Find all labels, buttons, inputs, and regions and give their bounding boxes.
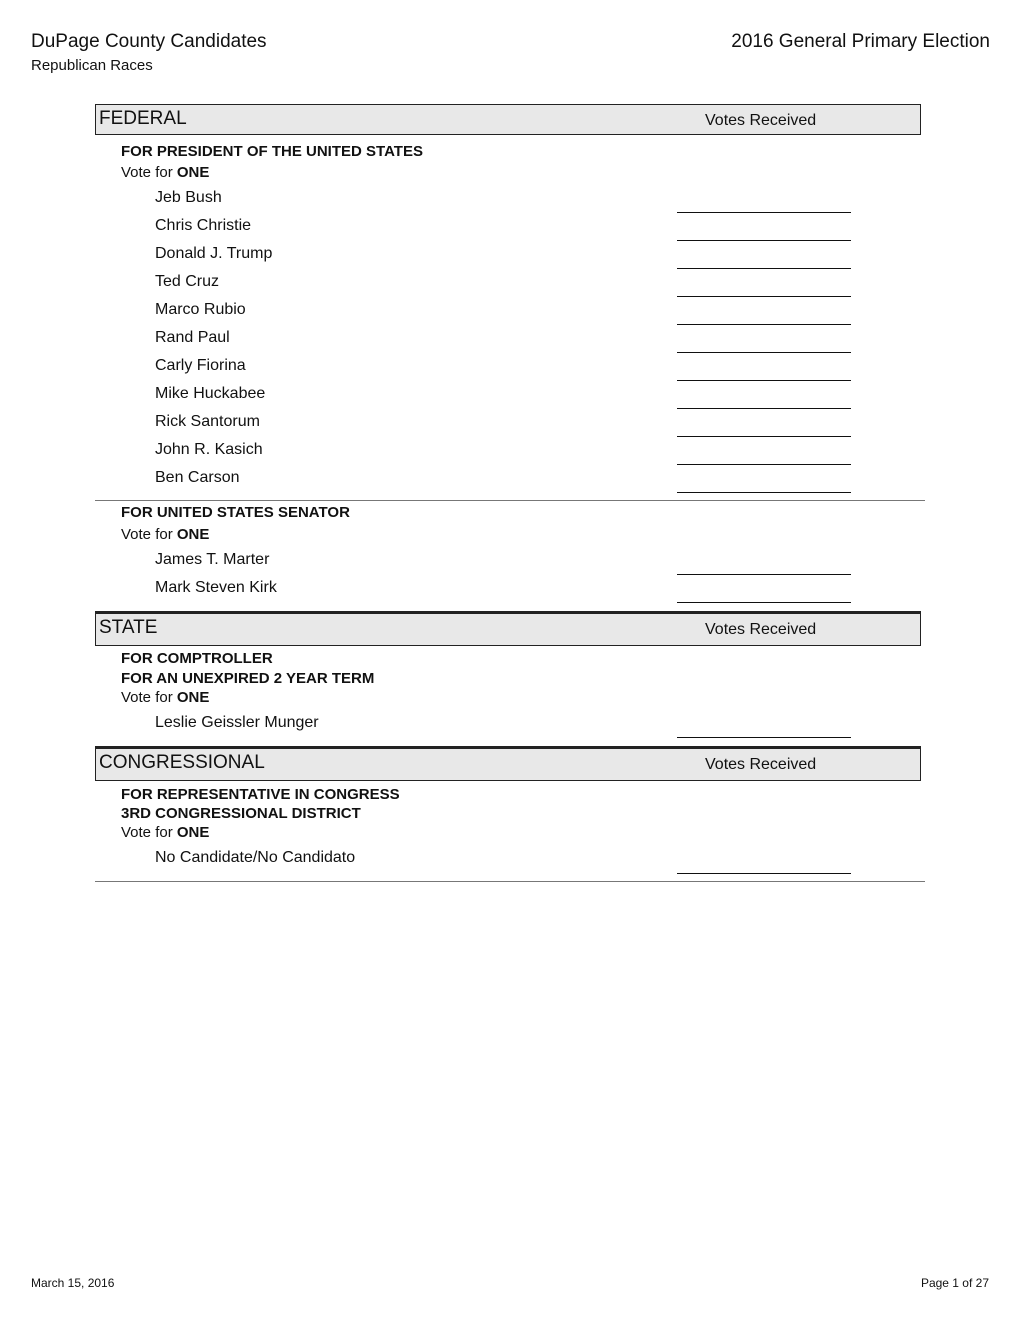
votes-blank-line xyxy=(677,408,851,409)
election-title: 2016 General Primary Election xyxy=(731,31,990,52)
votes-blank-line xyxy=(677,602,851,603)
vote-for-count: ONE xyxy=(176,526,210,543)
vote-for-prefix: Vote for xyxy=(121,164,173,181)
votes-blank-line xyxy=(677,436,851,437)
votes-blank-line xyxy=(677,352,851,353)
vote-for: Vote for ONE xyxy=(121,824,209,841)
vote-for-prefix: Vote for xyxy=(121,824,173,841)
votes-blank-line xyxy=(677,212,851,213)
candidate-name: James T. Marter xyxy=(155,551,270,568)
votes-received-label: Votes Received xyxy=(705,112,817,129)
vote-for: Vote for ONE xyxy=(121,689,209,706)
candidate-name: No Candidate/No Candidato xyxy=(155,849,356,866)
vote-for-prefix: Vote for xyxy=(121,689,173,706)
race-title: 3RD CONGRESSIONAL DISTRICT xyxy=(121,805,361,822)
votes-blank-line xyxy=(677,240,851,241)
vote-for: Vote for ONE xyxy=(121,164,209,181)
votes-received-label: Votes Received xyxy=(705,756,817,773)
vote-for-count: ONE xyxy=(176,164,210,181)
section-header-congressional: CONGRESSIONAL Votes Received xyxy=(95,746,921,781)
race-divider xyxy=(95,881,925,882)
section-name: FEDERAL xyxy=(99,108,187,129)
section-header-federal: FEDERAL Votes Received xyxy=(95,104,921,135)
candidate-name: Ben Carson xyxy=(155,469,240,486)
page-title: DuPage County Candidates xyxy=(31,31,267,52)
section-name: STATE xyxy=(99,617,158,638)
candidate-name: Carly Fiorina xyxy=(155,357,246,374)
vote-for-count: ONE xyxy=(176,824,210,841)
vote-for-count: ONE xyxy=(176,689,210,706)
vote-for: Vote for ONE xyxy=(121,526,209,543)
candidate-name: Rand Paul xyxy=(155,329,230,346)
candidate-name: Donald J. Trump xyxy=(155,245,273,262)
section-name: CONGRESSIONAL xyxy=(99,752,265,773)
race-title: FOR PRESIDENT OF THE UNITED STATES xyxy=(121,143,423,160)
votes-blank-line xyxy=(677,296,851,297)
vote-for-prefix: Vote for xyxy=(121,526,173,543)
candidate-name: Chris Christie xyxy=(155,217,252,234)
candidate-name: Leslie Geissler Munger xyxy=(155,714,319,731)
votes-blank-line xyxy=(677,574,851,575)
votes-blank-line xyxy=(677,380,851,381)
votes-blank-line xyxy=(677,464,851,465)
candidate-name: Marco Rubio xyxy=(155,301,246,318)
votes-blank-line xyxy=(677,324,851,325)
race-title: FOR REPRESENTATIVE IN CONGRESS xyxy=(121,786,400,803)
candidate-name: Mike Huckabee xyxy=(155,385,266,402)
candidate-name: Ted Cruz xyxy=(155,273,220,290)
candidate-name: Mark Steven Kirk xyxy=(155,579,277,596)
page-subtitle: Republican Races xyxy=(31,57,153,74)
votes-blank-line xyxy=(677,268,851,269)
footer-date: March 15, 2016 xyxy=(31,1276,115,1290)
votes-blank-line xyxy=(677,873,851,874)
candidate-name: Rick Santorum xyxy=(155,413,260,430)
race-divider xyxy=(95,500,925,501)
votes-blank-line xyxy=(677,737,851,738)
section-header-state: STATE Votes Received xyxy=(95,611,921,646)
race-title: FOR UNITED STATES SENATOR xyxy=(121,504,350,521)
footer-page-number: Page 1 of 27 xyxy=(920,1276,989,1290)
votes-blank-line xyxy=(677,492,851,493)
race-title: FOR COMPTROLLER xyxy=(121,650,273,667)
candidate-name: John R. Kasich xyxy=(155,441,263,458)
votes-received-label: Votes Received xyxy=(705,621,817,638)
candidate-name: Jeb Bush xyxy=(155,189,222,206)
race-title: FOR AN UNEXPIRED 2 YEAR TERM xyxy=(121,670,375,687)
